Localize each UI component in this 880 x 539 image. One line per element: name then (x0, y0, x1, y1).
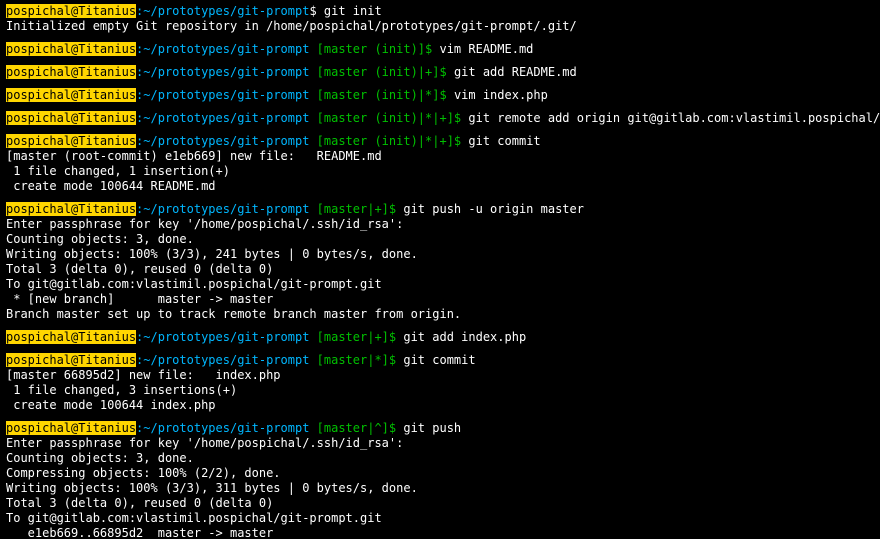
branch-status: [master|+]$ (309, 202, 403, 216)
user-host: pospichal@Titanius (6, 202, 136, 216)
output-line: [master 66895d2] new file: index.php (6, 368, 874, 383)
branch-status: [master (init)]$ (309, 42, 439, 56)
output-line: Enter passphrase for key '/home/pospicha… (6, 436, 874, 451)
command-text: git add index.php (403, 330, 526, 344)
command-text: vim index.php (454, 88, 548, 102)
output-line: To git@gitlab.com:vlastimil.pospichal/gi… (6, 277, 874, 292)
output-line: 1 file changed, 3 insertions(+) (6, 383, 874, 398)
cwd-path: :~/prototypes/git-prompt (136, 42, 309, 56)
spacer (6, 57, 874, 65)
command-text: git commit (468, 134, 540, 148)
output-line: e1eb669..66895d2 master -> master (6, 526, 874, 539)
prompt-line: pospichal@Titanius:~/prototypes/git-prom… (6, 202, 874, 217)
output-line: Counting objects: 3, done. (6, 232, 874, 247)
cwd-path: :~/prototypes/git-prompt (136, 65, 309, 79)
command-text: git commit (403, 353, 475, 367)
cwd-path: :~/prototypes/git-prompt (136, 421, 309, 435)
output-line: To git@gitlab.com:vlastimil.pospichal/gi… (6, 511, 874, 526)
user-host: pospichal@Titanius (6, 88, 136, 102)
cwd-path: :~/prototypes/git-prompt (136, 4, 309, 18)
output-line: Compressing objects: 100% (2/2), done. (6, 466, 874, 481)
spacer (6, 345, 874, 353)
cwd-path: :~/prototypes/git-prompt (136, 202, 309, 216)
output-line: [master (root-commit) e1eb669] new file:… (6, 149, 874, 164)
output-line: Writing objects: 100% (3/3), 241 bytes |… (6, 247, 874, 262)
output-line: Writing objects: 100% (3/3), 311 bytes |… (6, 481, 874, 496)
prompt-line: pospichal@Titanius:~/prototypes/git-prom… (6, 134, 874, 149)
spacer (6, 103, 874, 111)
output-line: Total 3 (delta 0), reused 0 (delta 0) (6, 262, 874, 277)
output-line: Total 3 (delta 0), reused 0 (delta 0) (6, 496, 874, 511)
prompt-line: pospichal@Titanius:~/prototypes/git-prom… (6, 421, 874, 436)
user-host: pospichal@Titanius (6, 134, 136, 148)
prompt-line: pospichal@Titanius:~/prototypes/git-prom… (6, 42, 874, 57)
command-text: git init (324, 4, 382, 18)
output-line: 1 file changed, 1 insertion(+) (6, 164, 874, 179)
terminal[interactable]: pospichal@Titanius:~/prototypes/git-prom… (0, 0, 880, 539)
user-host: pospichal@Titanius (6, 421, 136, 435)
output-line: Enter passphrase for key '/home/pospicha… (6, 217, 874, 232)
branch-status: [master (init)|*|+]$ (309, 134, 468, 148)
cwd-path: :~/prototypes/git-prompt (136, 111, 309, 125)
output-line: Branch master set up to track remote bra… (6, 307, 874, 322)
prompt-line: pospichal@Titanius:~/prototypes/git-prom… (6, 330, 874, 345)
user-host: pospichal@Titanius (6, 42, 136, 56)
cwd-path: :~/prototypes/git-prompt (136, 134, 309, 148)
branch-status: [master (init)|*|+]$ (309, 111, 468, 125)
cwd-path: :~/prototypes/git-prompt (136, 353, 309, 367)
output-line: * [new branch] master -> master (6, 292, 874, 307)
spacer (6, 80, 874, 88)
branch-status: [master (init)|+]$ (309, 65, 454, 79)
prompt-sep: $ (309, 4, 323, 18)
user-host: pospichal@Titanius (6, 330, 136, 344)
spacer (6, 34, 874, 42)
spacer (6, 322, 874, 330)
cwd-path: :~/prototypes/git-prompt (136, 330, 309, 344)
prompt-line: pospichal@Titanius:~/prototypes/git-prom… (6, 88, 874, 103)
output-line: Counting objects: 3, done. (6, 451, 874, 466)
prompt-line: pospichal@Titanius:~/prototypes/git-prom… (6, 111, 874, 126)
command-text: git push -u origin master (403, 202, 584, 216)
user-host: pospichal@Titanius (6, 111, 136, 125)
prompt-line: pospichal@Titanius:~/prototypes/git-prom… (6, 65, 874, 80)
branch-status: [master|+]$ (309, 330, 403, 344)
command-text: git add README.md (454, 65, 577, 79)
command-text: git push (403, 421, 461, 435)
output-line: create mode 100644 index.php (6, 398, 874, 413)
branch-status: [master|^]$ (309, 421, 403, 435)
command-text: vim README.md (439, 42, 533, 56)
branch-status: [master|*]$ (309, 353, 403, 367)
user-host: pospichal@Titanius (6, 65, 136, 79)
user-host: pospichal@Titanius (6, 353, 136, 367)
branch-status: [master (init)|*]$ (309, 88, 454, 102)
output-line: Initialized empty Git repository in /hom… (6, 19, 874, 34)
spacer (6, 126, 874, 134)
spacer (6, 194, 874, 202)
command-text: git remote add origin git@gitlab.com:vla… (468, 111, 880, 125)
cwd-path: :~/prototypes/git-prompt (136, 88, 309, 102)
output-line: create mode 100644 README.md (6, 179, 874, 194)
spacer (6, 413, 874, 421)
prompt-line: pospichal@Titanius:~/prototypes/git-prom… (6, 4, 874, 19)
prompt-line: pospichal@Titanius:~/prototypes/git-prom… (6, 353, 874, 368)
user-host: pospichal@Titanius (6, 4, 136, 18)
